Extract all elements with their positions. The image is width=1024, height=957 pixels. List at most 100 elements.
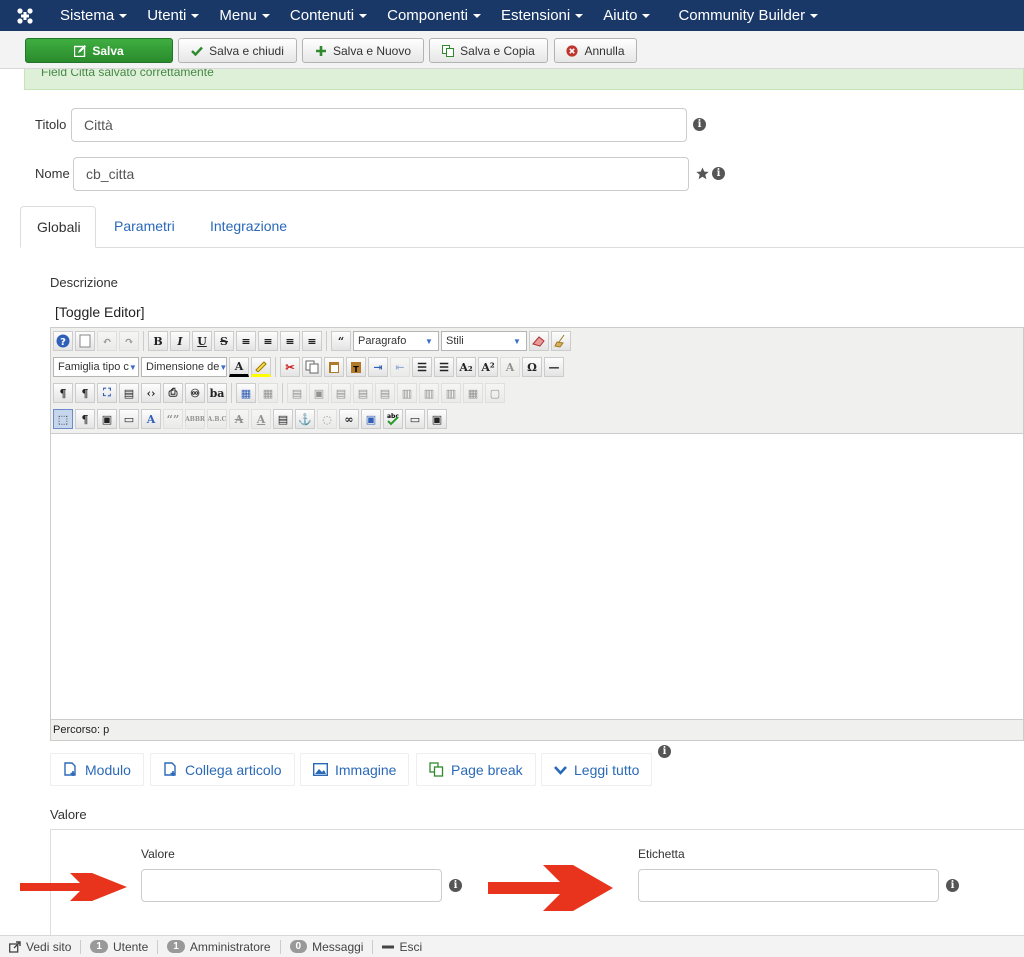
attribs-icon[interactable]: ▤ bbox=[273, 409, 293, 429]
row-before-icon[interactable]: ▤ bbox=[331, 383, 351, 403]
superscript-icon[interactable]: A² bbox=[478, 357, 498, 377]
code-icon[interactable]: ‹› bbox=[141, 383, 161, 403]
acronym-icon[interactable]: A.B.C bbox=[207, 409, 227, 429]
menu-sistema[interactable]: Sistema bbox=[50, 0, 137, 31]
menu-community-builder[interactable]: Community Builder bbox=[668, 0, 828, 31]
ltr-icon[interactable]: ¶ bbox=[53, 383, 73, 403]
page-break-button[interactable]: Page break bbox=[416, 753, 536, 786]
align-left-icon[interactable]: ≡ bbox=[280, 331, 300, 351]
info-icon[interactable]: i bbox=[449, 879, 462, 892]
blockquote-icon[interactable]: “ bbox=[331, 331, 351, 351]
horizontal-rule-icon[interactable]: — bbox=[544, 357, 564, 377]
align-right-icon[interactable]: ≡ bbox=[302, 331, 322, 351]
joomla-logo-icon[interactable] bbox=[0, 0, 50, 31]
menu-estensioni[interactable]: Estensioni bbox=[491, 0, 593, 31]
link-article-button[interactable]: Collega articolo bbox=[150, 753, 295, 786]
editor-content-area[interactable] bbox=[51, 433, 1023, 720]
menu-contenuti[interactable]: Contenuti bbox=[280, 0, 377, 31]
save-copy-button[interactable]: Salva e Copia bbox=[429, 38, 548, 63]
rtl-icon[interactable]: ¶ bbox=[75, 383, 95, 403]
show-blocks-icon[interactable]: ¶ bbox=[75, 409, 95, 429]
title-input[interactable] bbox=[71, 108, 687, 142]
format-select[interactable]: Paragrafo ▼ bbox=[353, 331, 439, 351]
help-icon[interactable]: ? bbox=[53, 331, 73, 351]
cleanup-broom-icon[interactable] bbox=[551, 331, 571, 351]
menu-aiuto[interactable]: Aiuto bbox=[593, 0, 660, 31]
visual-aid-icon[interactable]: ⬚ bbox=[53, 409, 73, 429]
template-icon[interactable]: ▤ bbox=[119, 383, 139, 403]
save-close-button[interactable]: Salva e chiudi bbox=[178, 38, 297, 63]
pagebreak-icon[interactable]: ▭ bbox=[119, 409, 139, 429]
layer-icon[interactable]: ▣ bbox=[427, 409, 447, 429]
underline-icon[interactable]: U bbox=[192, 331, 212, 351]
eraser-icon[interactable] bbox=[529, 331, 549, 351]
tab-integrazione[interactable]: Integrazione bbox=[194, 206, 303, 248]
font-size-select[interactable]: Dimensione de ▼ bbox=[141, 357, 227, 377]
subscript-icon[interactable]: A₂ bbox=[456, 357, 476, 377]
align-justify-icon[interactable]: ≡ bbox=[236, 331, 256, 351]
merge-cells-icon[interactable]: ▢ bbox=[485, 383, 505, 403]
non-breaking-icon[interactable]: ◌ bbox=[317, 409, 337, 429]
cell-props-icon[interactable]: ▣ bbox=[309, 383, 329, 403]
highlight-color-icon[interactable] bbox=[251, 357, 271, 377]
ins-icon[interactable]: A bbox=[251, 409, 271, 429]
view-site-link[interactable]: Vedi sito bbox=[0, 940, 80, 954]
font-family-select[interactable]: Famiglia tipo c ▼ bbox=[53, 357, 139, 377]
table-delete-icon[interactable]: ▦ bbox=[258, 383, 278, 403]
print-icon[interactable]: ⎙ bbox=[163, 383, 183, 403]
cite-icon[interactable]: “” bbox=[163, 409, 183, 429]
menu-utenti[interactable]: Utenti bbox=[137, 0, 209, 31]
tab-globali[interactable]: Globali bbox=[20, 206, 96, 248]
users-link[interactable]: 1 Utente bbox=[81, 940, 157, 954]
toggle-editor-link[interactable]: [Toggle Editor] bbox=[55, 304, 145, 320]
link-icon[interactable]: ∞ bbox=[339, 409, 359, 429]
col-before-icon[interactable]: ▥ bbox=[397, 383, 417, 403]
insert-image-button[interactable]: Immagine bbox=[300, 753, 410, 786]
copy-icon[interactable] bbox=[302, 357, 322, 377]
admins-link[interactable]: 1 Amministratore bbox=[158, 940, 279, 954]
table-icon[interactable]: ▦ bbox=[236, 383, 256, 403]
label-input[interactable] bbox=[638, 869, 939, 902]
bold-icon[interactable]: B bbox=[148, 331, 168, 351]
new-document-icon[interactable] bbox=[75, 331, 95, 351]
outdent-icon[interactable]: ⇤ bbox=[390, 357, 410, 377]
italic-icon[interactable]: I bbox=[170, 331, 190, 351]
row-props-icon[interactable]: ▤ bbox=[287, 383, 307, 403]
col-after-icon[interactable]: ▥ bbox=[419, 383, 439, 403]
menu-componenti[interactable]: Componenti bbox=[377, 0, 491, 31]
fullscreen-icon[interactable]: ⛶ bbox=[97, 383, 117, 403]
cancel-button[interactable]: Annulla bbox=[554, 38, 637, 63]
info-icon[interactable]: i bbox=[693, 118, 706, 131]
bullet-list-icon[interactable]: ☰ bbox=[434, 357, 454, 377]
read-more-button[interactable]: Leggi tutto bbox=[541, 753, 653, 786]
redo-icon[interactable]: ↷ bbox=[119, 331, 139, 351]
name-input[interactable] bbox=[73, 157, 689, 191]
cut-icon[interactable]: ✂ bbox=[280, 357, 300, 377]
spellcheck-icon[interactable]: abc bbox=[383, 409, 403, 429]
split-cells-icon[interactable]: ▦ bbox=[463, 383, 483, 403]
strikethrough-icon[interactable]: S bbox=[214, 331, 234, 351]
insert-template-icon[interactable]: ▣ bbox=[97, 409, 117, 429]
menu-menu[interactable]: Menu bbox=[209, 0, 280, 31]
tab-parametri[interactable]: Parametri bbox=[98, 206, 191, 248]
del-icon[interactable]: A bbox=[229, 409, 249, 429]
image-icon[interactable]: ▣ bbox=[361, 409, 381, 429]
style-icon[interactable]: A bbox=[141, 409, 161, 429]
save-button[interactable]: Salva bbox=[25, 38, 173, 63]
text-direction-icon[interactable]: A bbox=[500, 357, 520, 377]
value-input[interactable] bbox=[141, 869, 442, 902]
align-center-icon[interactable]: ≡ bbox=[258, 331, 278, 351]
paste-icon[interactable] bbox=[324, 357, 344, 377]
row-delete-icon[interactable]: ▤ bbox=[375, 383, 395, 403]
col-delete-icon[interactable]: ▥ bbox=[441, 383, 461, 403]
indent-icon[interactable]: ⇥ bbox=[368, 357, 388, 377]
replace-icon[interactable]: ba bbox=[207, 383, 227, 403]
anchor-icon[interactable]: ⚓ bbox=[295, 409, 315, 429]
messages-link[interactable]: 0 Messaggi bbox=[281, 940, 373, 954]
media-icon[interactable]: ▭ bbox=[405, 409, 425, 429]
save-new-button[interactable]: Salva e Nuovo bbox=[302, 38, 424, 63]
abbr-icon[interactable]: ABBR bbox=[185, 409, 205, 429]
paste-text-icon[interactable]: T bbox=[346, 357, 366, 377]
styles-select[interactable]: Stili ▼ bbox=[441, 331, 527, 351]
logout-link[interactable]: Esci bbox=[373, 940, 431, 954]
